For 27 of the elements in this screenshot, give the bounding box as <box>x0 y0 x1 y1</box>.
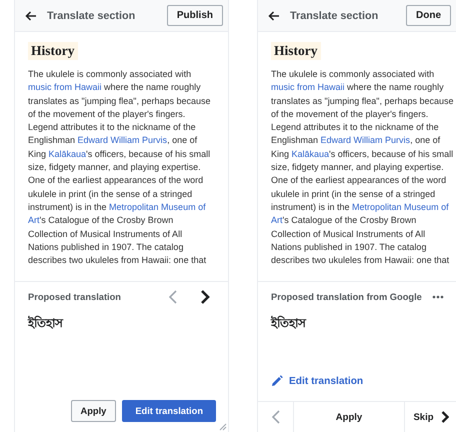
link[interactable]: Kalākaua <box>48 148 86 159</box>
paragraph: The ukulele is commonly associated with music from Hawaii where the name roughly translates as "jumping flea", perhaps because of the movement of the player's fingers. Legend attributes it to the nickname of the Englishman Edward William Purvis, one of King Kalākaua's officers, because of his small size, fidgety manner, and playing expertise. One of the earliest appearances of the word ukulele in print (in the sense of a stringed instrument) is in the Metropolitan Museum of Art's Catalogue of the Crosby Brown Collection of Musical Instruments of All Nations published in 1907. The catalog describes two ukuleles from Hawaii: one that <box>271 68 454 268</box>
done-button[interactable]: Done <box>406 5 451 26</box>
apply-button[interactable]: Apply <box>294 402 405 432</box>
header-title: Translate section <box>290 10 380 22</box>
link[interactable]: Kalākaua <box>292 148 330 159</box>
publish-button[interactable]: Publish <box>166 5 223 26</box>
edit-button[interactable]: Edit translation <box>122 400 216 422</box>
section-heading: History <box>28 42 78 60</box>
link[interactable]: music from Hawaii <box>271 82 345 92</box>
skip-button[interactable]: Skip <box>405 402 456 432</box>
link[interactable]: Metropolitan Museum of <box>352 202 449 212</box>
link[interactable]: music from Hawaii <box>28 82 102 92</box>
translation-text: ইতিহাস <box>271 314 306 332</box>
proposal-label: Proposed translation <box>28 292 122 302</box>
proposal-label: Proposed translation from Google <box>271 292 423 302</box>
paragraph: The ukulele is commonly associated with music from Hawaii where the name roughly translates as "jumping flea", perhaps because of the movement of the player's fingers. Legend attributes it to the nickname of the Englishman Edward William Purvis, one of King Kalākaua's officers, because of his small size, fidgety manner, and playing expertise. One of the earliest appearances of the word ukulele in print (in the sense of a stringed instrument) is in the Metropolitan Museum of Art's Catalogue of the Crosby Brown Collection of Musical Instruments of All Nations published in 1907. The catalog describes two ukuleles from Hawaii: one that <box>28 68 212 268</box>
apply-button[interactable]: Apply <box>70 400 116 422</box>
link[interactable]: Art <box>271 215 283 226</box>
link[interactable]: Art <box>28 215 40 226</box>
link[interactable]: Edward William Purvis <box>78 135 168 146</box>
link[interactable]: Metropolitan Museum of <box>109 202 206 212</box>
link[interactable]: Edward William Purvis <box>320 135 410 146</box>
section-heading: History <box>271 42 320 60</box>
edit-translation-link[interactable]: Edit translation <box>271 375 364 387</box>
header-title: Translate section <box>47 10 136 22</box>
translation-text: ইতিহাস <box>28 314 63 332</box>
